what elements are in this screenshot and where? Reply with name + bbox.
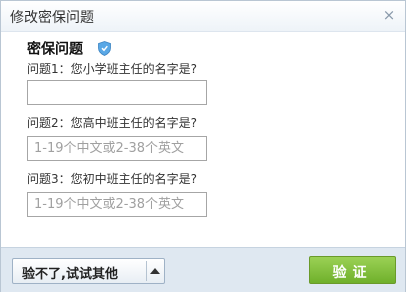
question-3-label: 问题3：您初中班主任的名字是?: [27, 172, 198, 186]
question-1-answer-input[interactable]: [27, 80, 207, 105]
question-2-label: 问题2：您高中班主任的名字是?: [27, 116, 198, 130]
try-other-method-button[interactable]: 验不了,试试其他: [12, 258, 165, 284]
button-divider: [146, 261, 147, 281]
question-2-answer-input[interactable]: [27, 136, 207, 161]
shield-icon: [98, 41, 111, 56]
question-3-answer-input[interactable]: [27, 192, 207, 217]
close-icon[interactable]: ×: [381, 7, 397, 23]
dialog-footer: 验不了,试试其他 验证: [1, 247, 405, 292]
dialog-titlebar: 修改密保问题 ×: [1, 1, 405, 32]
change-security-question-dialog: 修改密保问题 × 密保问题 问题1：您小学班主任的名字是? 问题2：您高中班主任…: [0, 0, 406, 292]
verify-button-label: 验证: [332, 265, 373, 281]
arrow-up-icon[interactable]: [150, 268, 160, 274]
verify-button[interactable]: 验证: [309, 256, 396, 284]
section-header: 密保问题: [27, 38, 111, 58]
dialog-title: 修改密保问题: [10, 10, 94, 26]
try-other-method-label: 验不了,试试其他: [22, 267, 118, 282]
question-1-label: 问题1：您小学班主任的名字是?: [27, 62, 198, 76]
section-title: 密保问题: [27, 41, 83, 58]
